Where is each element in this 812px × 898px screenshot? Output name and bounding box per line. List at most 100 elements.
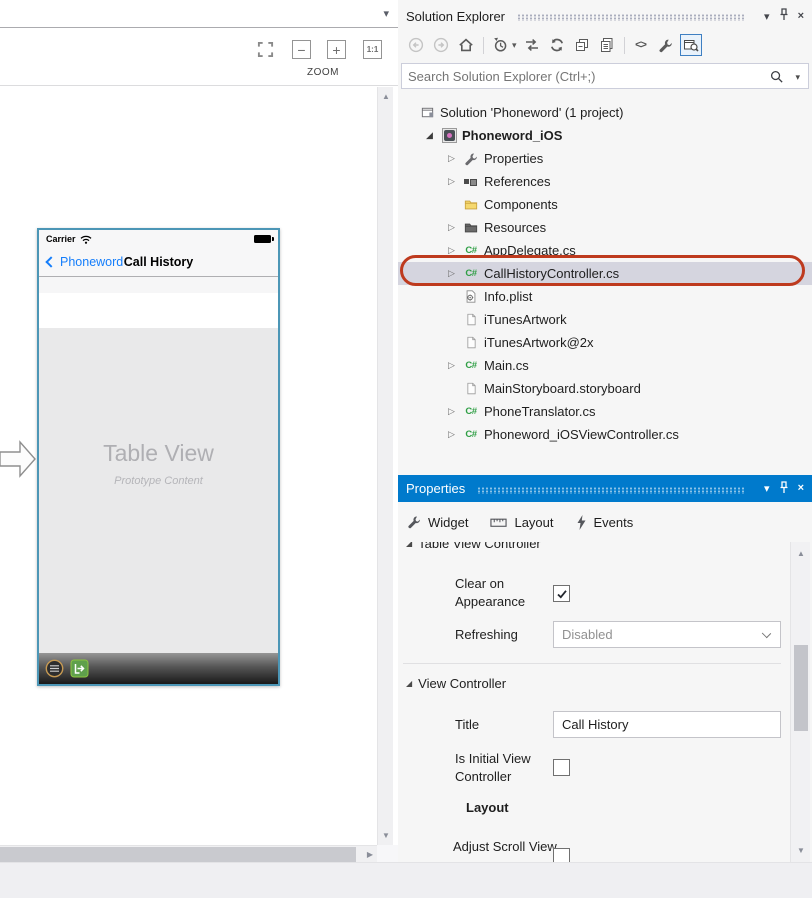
- toolbar-separator: [483, 37, 484, 54]
- tree-item[interactable]: Components: [398, 193, 812, 216]
- refresh-icon[interactable]: [546, 34, 568, 56]
- pin-icon[interactable]: [779, 8, 789, 24]
- tree-item[interactable]: ◢ Phoneword_iOS: [398, 124, 812, 147]
- chevron-down-icon[interactable]: ▾: [512, 40, 517, 51]
- view-code-icon[interactable]: <>: [630, 34, 652, 56]
- tree-item-label: iTunesArtwork@2x: [484, 335, 594, 350]
- window-position-icon[interactable]: ▾: [764, 10, 770, 23]
- chevron-down-icon[interactable]: ▾: [383, 7, 389, 20]
- actual-size-icon[interactable]: 1:1: [363, 40, 382, 59]
- tab-widget[interactable]: Widget: [407, 515, 468, 530]
- expander-icon[interactable]: ◢: [426, 130, 441, 141]
- view-controller-frame[interactable]: Carrier Call History Phoneword Table Vie…: [37, 228, 280, 686]
- adjust-scroll-view-label: Adjust Scroll View: [453, 838, 557, 856]
- back-chevron-icon: [45, 256, 56, 267]
- check-icon: [556, 588, 568, 600]
- collapse-triangle-icon: ◢: [406, 542, 412, 548]
- preview-selected-items-icon[interactable]: [680, 34, 702, 56]
- plist-icon: [463, 289, 479, 305]
- close-icon[interactable]: ×: [798, 483, 804, 494]
- fit-to-window-icon[interactable]: [256, 40, 275, 59]
- collapse-all-icon[interactable]: [571, 34, 593, 56]
- scroll-up-icon[interactable]: ▲: [797, 549, 805, 558]
- title-input[interactable]: [553, 711, 781, 738]
- tree-item-label: Phoneword_iOS: [462, 128, 562, 143]
- expander-icon[interactable]: ▷: [448, 406, 463, 417]
- wifi-icon: [80, 235, 92, 244]
- search-input[interactable]: [402, 64, 808, 88]
- designer-vertical-scrollbar[interactable]: ▲ ▼: [377, 87, 393, 845]
- refreshing-label: Refreshing: [455, 626, 518, 644]
- clear-on-appearance-checkbox[interactable]: [553, 585, 570, 602]
- search-box: ▾: [401, 63, 809, 89]
- tab-layout[interactable]: Layout: [490, 515, 553, 530]
- refreshing-select[interactable]: Disabled: [553, 621, 781, 648]
- pending-changes-icon[interactable]: [489, 34, 511, 56]
- tree-item-label: Phoneword_iOSViewController.cs: [484, 427, 679, 442]
- zoom-in-icon[interactable]: +: [327, 40, 346, 59]
- lightning-icon: [576, 515, 587, 530]
- solution-explorer-title-bar[interactable]: Solution Explorer ▾ ×: [398, 2, 812, 30]
- tree-item[interactable]: ▷C#PhoneTranslator.cs: [398, 400, 812, 423]
- home-icon[interactable]: [455, 34, 477, 56]
- nav-forward-icon[interactable]: [430, 34, 452, 56]
- tree-item[interactable]: Info.plist: [398, 285, 812, 308]
- is-initial-view-controller-checkbox[interactable]: [553, 759, 570, 776]
- tree-item-label: MainStoryboard.storyboard: [484, 381, 641, 396]
- sync-with-active-document-icon[interactable]: [521, 34, 543, 56]
- is-initial-view-controller-label: Is Initial View Controller: [455, 750, 567, 786]
- expander-icon[interactable]: ▷: [448, 360, 463, 371]
- show-all-files-icon[interactable]: [596, 34, 618, 56]
- pin-icon[interactable]: [779, 481, 789, 497]
- expander-icon[interactable]: ▷: [448, 222, 463, 233]
- designer-horizontal-scrollbar[interactable]: ▶: [0, 845, 377, 862]
- nav-back-icon[interactable]: [405, 34, 427, 56]
- expander-icon[interactable]: ▷: [448, 429, 463, 440]
- scrollbar-thumb[interactable]: [794, 645, 808, 731]
- tree-item[interactable]: ▷Resources: [398, 216, 812, 239]
- scrollbar-thumb[interactable]: [0, 847, 356, 862]
- expander-icon[interactable]: ▷: [448, 176, 463, 187]
- expander-icon[interactable]: ▷: [448, 153, 463, 164]
- section-view-controller[interactable]: ◢ View Controller: [406, 676, 506, 691]
- search-options-icon[interactable]: ▾: [795, 72, 800, 83]
- table-prototype-row[interactable]: [39, 293, 278, 328]
- properties-title-bar[interactable]: Properties ▾ ×: [398, 475, 812, 502]
- storyboard-canvas[interactable]: Carrier Call History Phoneword Table Vie…: [0, 87, 377, 845]
- file-icon: [463, 335, 479, 351]
- table-view-area[interactable]: Table View Prototype Content: [39, 328, 278, 653]
- tree-item[interactable]: ▷C#Main.cs: [398, 354, 812, 377]
- adjust-scroll-view-checkbox[interactable]: [553, 848, 570, 862]
- tree-item[interactable]: ▷C# Phoneword_iOSViewController.cs: [398, 423, 812, 446]
- toolbar-separator: [624, 37, 625, 54]
- carrier-label: Carrier: [46, 234, 76, 244]
- file-icon: [463, 312, 479, 328]
- csharp-icon: C#: [463, 427, 479, 443]
- scroll-down-icon[interactable]: ▼: [797, 846, 805, 855]
- window-position-icon[interactable]: ▾: [764, 482, 770, 495]
- zoom-out-icon[interactable]: −: [292, 40, 311, 59]
- properties-content: ◢ Table View Controller Clear on Appeara…: [398, 542, 792, 862]
- exit-segue-icon[interactable]: [70, 659, 89, 678]
- search-icon[interactable]: [769, 69, 784, 84]
- tree-item[interactable]: MainStoryboard.storyboard: [398, 377, 812, 400]
- table-view-placeholder-title: Table View: [39, 328, 278, 467]
- section-table-view-controller[interactable]: ◢ Table View Controller: [406, 542, 541, 551]
- back-button-label: Phoneword: [60, 255, 123, 269]
- scroll-right-icon[interactable]: ▶: [367, 850, 373, 859]
- table-view-controller-icon[interactable]: [45, 659, 64, 678]
- view-controller-bottom-bar: [39, 653, 278, 684]
- tree-item[interactable]: iTunesArtwork@2x: [398, 331, 812, 354]
- tab-events[interactable]: Events: [576, 515, 634, 530]
- tree-item[interactable]: ▷Properties: [398, 147, 812, 170]
- tree-item[interactable]: Solution 'Phoneword' (1 project): [398, 101, 812, 124]
- tree-item[interactable]: ▷References: [398, 170, 812, 193]
- properties-scrollbar[interactable]: ▲ ▼: [790, 542, 810, 862]
- back-button[interactable]: Phoneword: [47, 255, 123, 269]
- scroll-up-icon[interactable]: ▲: [382, 92, 390, 101]
- close-icon[interactable]: ×: [798, 11, 804, 22]
- scroll-down-icon[interactable]: ▼: [382, 831, 390, 840]
- file-icon: [463, 381, 479, 397]
- tree-item[interactable]: iTunesArtwork: [398, 308, 812, 331]
- properties-wrench-icon[interactable]: [655, 34, 677, 56]
